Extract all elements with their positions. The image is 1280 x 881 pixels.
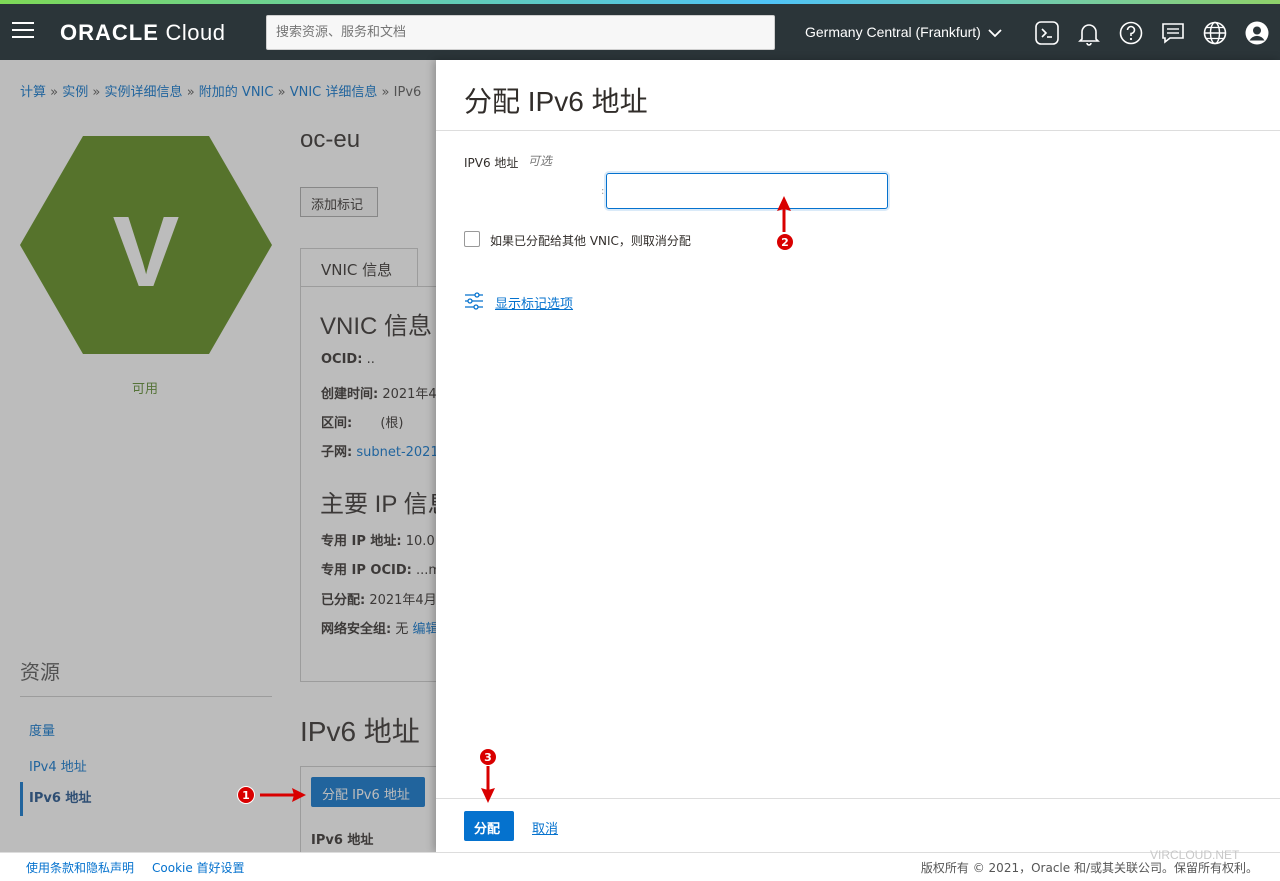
region-label: Germany Central (Frankfurt) xyxy=(805,24,981,40)
dialog-footer-divider xyxy=(436,798,1280,799)
dialog-divider xyxy=(436,130,1280,131)
notifications-bell-icon[interactable] xyxy=(1076,20,1102,46)
ipv6-prefix: : xyxy=(601,186,605,197)
ipv6-address-input[interactable] xyxy=(606,173,888,209)
unassign-checkbox-label[interactable]: 如果已分配给其他 VNIC，则取消分配 xyxy=(490,232,691,249)
user-profile-icon[interactable] xyxy=(1244,20,1270,46)
terms-privacy-link[interactable]: 使用条款和隐私声明 xyxy=(26,859,134,876)
annotation-marker-1: 1 xyxy=(237,786,255,804)
help-icon[interactable] xyxy=(1118,20,1144,46)
page-footer: 使用条款和隐私声明 Cookie 首好设置 版权所有 © 2021，Oracle… xyxy=(0,852,1280,881)
assign-ipv6-dialog: 分配 IPv6 地址 IPV6 地址 可选 : 如果已分配给其他 VNIC，则取… xyxy=(436,60,1280,852)
feedback-chat-icon[interactable] xyxy=(1160,20,1186,46)
modal-backdrop[interactable] xyxy=(0,60,436,852)
ipv6-field-label: IPV6 地址 xyxy=(464,156,519,170)
tag-options-sliders-icon[interactable] xyxy=(464,291,484,311)
global-search-input[interactable] xyxy=(266,15,775,50)
top-navigation-bar: ORACLE Cloud Germany Central (Frankfurt) xyxy=(0,4,1280,60)
annotation-marker-2: 2 xyxy=(776,233,794,251)
cancel-link[interactable]: 取消 xyxy=(532,818,558,837)
assign-submit-button[interactable]: 分配 xyxy=(464,811,514,841)
language-globe-icon[interactable] xyxy=(1202,20,1228,46)
oracle-cloud-logo[interactable]: ORACLE Cloud xyxy=(60,20,226,46)
unassign-checkbox[interactable] xyxy=(464,231,480,247)
cookie-preferences-link[interactable]: Cookie 首好设置 xyxy=(152,859,245,876)
dialog-title: 分配 IPv6 地址 xyxy=(464,86,648,117)
brand-bold: ORACLE xyxy=(60,20,159,45)
brand-light: Cloud xyxy=(165,20,226,45)
region-selector[interactable]: Germany Central (Frankfurt) xyxy=(805,24,1002,40)
hamburger-menu-icon[interactable] xyxy=(12,22,34,40)
show-tag-options-link[interactable]: 显示标记选项 xyxy=(495,293,573,312)
annotation-marker-3: 3 xyxy=(479,748,497,766)
cloud-shell-icon[interactable] xyxy=(1034,20,1060,46)
ipv6-field-optional: 可选 xyxy=(528,154,553,168)
watermark: VIRCLOUD.NET xyxy=(1150,848,1240,862)
chevron-down-icon xyxy=(988,29,1002,38)
